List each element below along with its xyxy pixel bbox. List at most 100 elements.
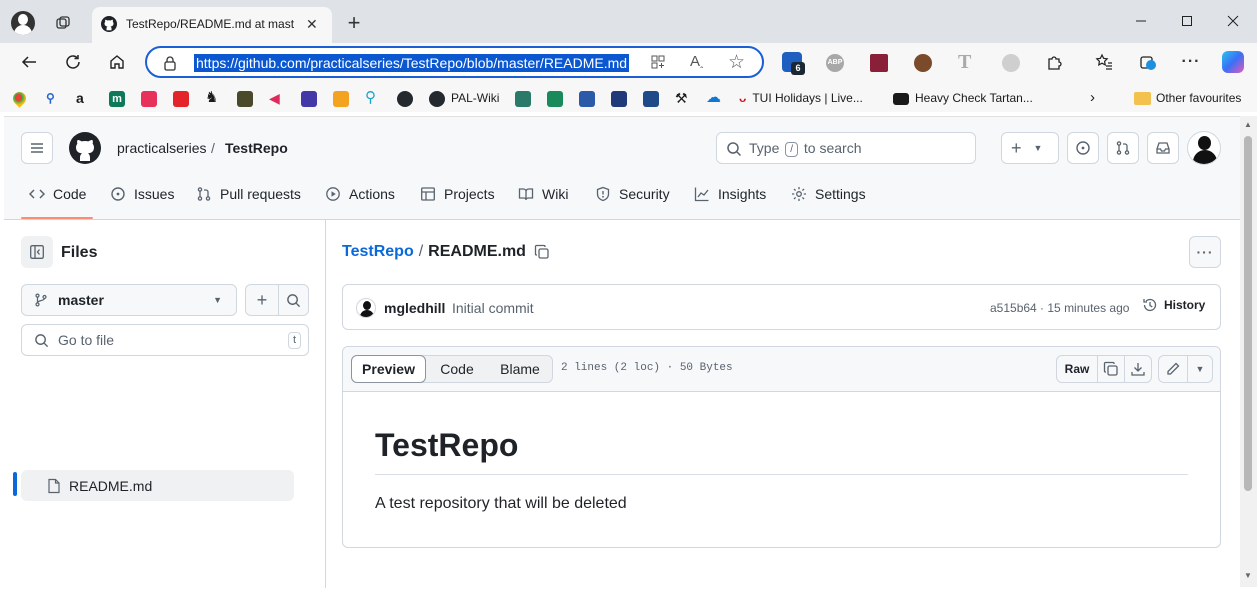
fav-tools[interactable]: ⚒ [675,89,688,107]
new-tab-icon[interactable]: + [340,9,368,37]
file-breadcrumb-repo[interactable]: TestRepo [342,243,414,261]
fav-ps1[interactable] [547,89,563,107]
go-to-file-input[interactable]: Go to file t [21,324,309,356]
favorites-icon[interactable] [1090,48,1118,76]
adblock-icon[interactable]: ABP [826,54,844,72]
add-file-button[interactable]: + [245,284,279,316]
fav-bars[interactable] [301,89,317,107]
tab-insights[interactable]: Insights [694,186,766,202]
fav-amazon[interactable]: a [76,89,84,107]
edit-dropdown-button[interactable]: ▼ [1187,355,1213,383]
extension-red-icon[interactable] [870,54,888,72]
workspaces-icon[interactable] [49,9,77,37]
fav-pocket[interactable] [141,89,157,107]
app-available-icon[interactable] [650,54,666,75]
copy-raw-button[interactable] [1097,355,1125,383]
collapse-sidebar-button[interactable] [21,236,53,268]
tab-settings[interactable]: Settings [791,186,866,202]
history-button[interactable]: History [1142,297,1205,313]
github-logo-icon[interactable] [69,132,101,169]
fav-h[interactable] [515,89,531,107]
search-files-button[interactable] [278,284,309,316]
edit-button[interactable] [1158,355,1188,383]
scroll-down-arrow-icon[interactable]: ▼ [1244,571,1252,580]
close-window-icon[interactable] [1219,7,1247,35]
extensions-puzzle-icon[interactable] [1041,48,1069,76]
commit-message[interactable]: Initial commit [452,300,534,316]
fav-pin[interactable]: ⚲ [365,89,376,107]
download-button[interactable] [1124,355,1152,383]
fav-m[interactable]: m [109,89,125,107]
maximize-icon[interactable] [1173,7,1201,35]
hamburger-button[interactable] [21,132,53,164]
read-aloud-icon[interactable]: Aꞈ [690,53,703,70]
extension-grey-icon[interactable] [1002,54,1020,72]
tab-wiki[interactable]: Wiki [518,186,568,202]
create-new-button[interactable]: + ▼ [1001,132,1059,164]
fav-ps4[interactable] [643,89,659,107]
author-avatar[interactable] [356,298,376,318]
web-page: practicalseries / TestRepo Type / to sea… [4,116,1240,588]
browser-tab-active[interactable]: TestRepo/README.md at master ✕ [92,7,332,43]
profile-avatar[interactable] [11,11,35,35]
branch-selector[interactable]: master ▼ [21,284,237,316]
fav-horse[interactable]: ♞ [205,89,218,107]
copilot-icon[interactable] [1222,51,1244,73]
file-tree-item[interactable]: README.md [21,470,294,501]
fav-other[interactable]: Other favourites [1134,89,1241,107]
breadcrumb-owner[interactable]: practicalseries [117,140,206,156]
favorite-star-icon[interactable]: ☆ [728,51,745,74]
extension-text-icon[interactable]: T [958,51,971,74]
scroll-up-arrow-icon[interactable]: ▲ [1244,120,1252,129]
minimize-icon[interactable] [1127,7,1155,35]
fav-pal-wiki[interactable]: PAL-Wiki [429,89,499,107]
home-icon[interactable] [103,48,131,76]
tab-projects[interactable]: Projects [420,186,495,202]
page-scrollbar[interactable]: ▲ ▼ [1240,116,1257,587]
chevron-right-icon[interactable]: › [1090,89,1095,107]
back-icon[interactable] [15,48,43,76]
tab-code-view[interactable]: Code [426,356,488,382]
fav-book[interactable] [333,89,349,107]
pull-requests-button[interactable] [1107,132,1139,164]
tab-security[interactable]: Security [595,186,670,202]
tab-code[interactable]: Code [29,186,86,202]
fav-arrow[interactable]: ◀ [269,89,280,107]
fav-github[interactable] [397,89,413,107]
fav-search[interactable]: ⚲ [46,89,55,107]
fav-maps[interactable] [10,89,29,109]
refresh-icon[interactable] [59,48,87,76]
copy-path-icon[interactable] [534,244,550,260]
issues-button[interactable] [1067,132,1099,164]
commit-meta[interactable]: a515b64 · 15 minutes ago [990,301,1129,315]
tab-actions[interactable]: Actions [325,186,395,202]
close-tab-icon[interactable]: ✕ [306,16,318,33]
fav-tui[interactable]: ᴗ TUI Holidays | Live... [739,89,863,107]
lock-icon[interactable] [163,55,177,76]
collections-icon[interactable] [1134,48,1162,76]
search-input[interactable]: Type / to search [716,132,976,164]
tab-issues[interactable]: Issues [110,186,174,202]
inbox-button[interactable] [1147,132,1179,164]
search-placeholder-post: to search [803,140,862,156]
extension-cookie-icon[interactable] [914,54,932,72]
fav-tartan[interactable]: Heavy Check Tartan... [893,89,1033,107]
more-options-button[interactable]: ··· [1189,236,1221,268]
tab-blame[interactable]: Blame [488,356,552,382]
fav-onedrive[interactable]: ☁ [706,89,721,107]
tab-preview[interactable]: Preview [351,355,426,383]
commit-author[interactable]: mgledhill [384,300,445,316]
fav-o[interactable] [237,89,253,107]
address-bar[interactable]: https://github.com/practicalseries/TestR… [145,46,764,78]
user-avatar[interactable] [1187,131,1221,165]
fav-ps2[interactable] [579,89,595,107]
fav-red[interactable] [173,89,189,107]
more-menu-icon[interactable]: ··· [1177,48,1205,76]
fav-ps3[interactable] [611,89,627,107]
scroll-thumb[interactable] [1244,136,1252,491]
url-text[interactable]: https://github.com/practicalseries/TestR… [194,54,630,72]
extension-badge-icon[interactable]: 6 [782,52,805,75]
breadcrumb-repo[interactable]: TestRepo [225,140,288,156]
raw-button[interactable]: Raw [1056,355,1098,383]
tab-pull-requests[interactable]: Pull requests [196,186,301,202]
